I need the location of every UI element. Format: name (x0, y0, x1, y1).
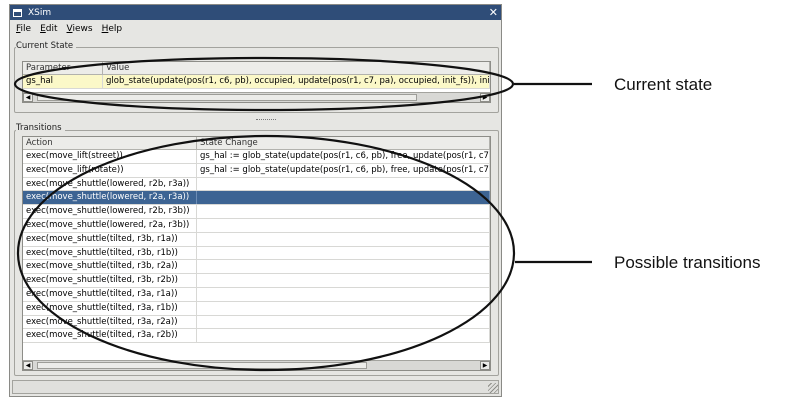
transition-row[interactable]: exec(move_shuttle(tilted, r3a, r2b)) (23, 329, 490, 344)
column-header-action[interactable]: Action (23, 137, 197, 149)
menu-help[interactable]: Help (102, 24, 123, 34)
xsim-window: XSim ✕ File Edit Views Help Current Stat… (9, 4, 502, 397)
transitions-hscrollbar[interactable]: ◀ ▶ (23, 360, 490, 370)
scroll-thumb[interactable] (37, 94, 417, 101)
action-cell: exec(move_shuttle(lowered, r2b, r3a)) (23, 177, 197, 191)
transition-row[interactable]: exec(move_shuttle(lowered, r2b, r3b)) (23, 205, 490, 219)
state-change-cell (197, 218, 490, 232)
scroll-right-arrow-icon[interactable]: ▶ (480, 93, 490, 102)
current-state-label: Current State (16, 41, 77, 51)
transition-row[interactable]: exec(move_shuttle(lowered, r2a, r3b)) (23, 218, 490, 233)
state-change-cell (197, 177, 490, 191)
action-cell: exec(move_shuttle(tilted, r3b, r2b)) (23, 274, 197, 287)
column-header-parameter[interactable]: Parameter (23, 62, 103, 74)
action-cell: exec(move_shuttle(tilted, r3a, r1a)) (23, 287, 197, 301)
window-menu-icon[interactable] (13, 8, 22, 17)
possible-transitions-annotation: Possible transitions (614, 253, 761, 272)
action-cell: exec(move_shuttle(tilted, r3a, r1b)) (23, 301, 197, 315)
action-cell: exec(move_lift(rotate)) (23, 163, 197, 177)
action-cell: exec(move_shuttle(tilted, r3b, r2a)) (23, 260, 197, 274)
menu-bar: File Edit Views Help (10, 21, 501, 37)
window-title: XSim (28, 7, 52, 18)
state-change-cell (197, 329, 490, 343)
action-cell: exec(move_lift(street)) (23, 150, 197, 163)
action-cell: exec(move_shuttle(lowered, r2a, r3a)) (23, 191, 197, 205)
pane-splitter[interactable] (256, 119, 276, 122)
state-change-cell (197, 205, 490, 218)
state-change-cell (197, 191, 490, 205)
title-bar[interactable]: XSim ✕ (10, 5, 501, 20)
transition-row[interactable]: exec(move_shuttle(tilted, r3a, r2a)) (23, 315, 490, 330)
transition-row[interactable]: exec(move_lift(rotate)) gs_hal := glob_st… (23, 163, 490, 178)
transitions-table: Action State Change exec(move_lift(stree… (22, 136, 491, 371)
column-header-value[interactable]: Value (103, 62, 490, 74)
action-cell: exec(move_shuttle(tilted, r3b, r1b)) (23, 246, 197, 260)
state-change-cell: gs_hal := glob_state(update(pos(r1, c6, … (197, 150, 490, 163)
scroll-left-arrow-icon[interactable]: ◀ (23, 361, 33, 370)
transitions-label: Transitions (16, 123, 65, 133)
transitions-rows: exec(move_lift(street)) gs_hal := glob_st… (23, 150, 490, 344)
close-icon[interactable]: ✕ (489, 5, 498, 20)
current-state-annotation: Current state (614, 75, 713, 94)
scroll-left-arrow-icon[interactable]: ◀ (23, 93, 33, 102)
transition-row[interactable]: exec(move_lift(street)) gs_hal := glob_st… (23, 150, 490, 164)
state-change-cell (197, 260, 490, 274)
value-cell: glob_state(update(pos(r1, c6, pb), occup… (103, 75, 490, 88)
transition-row[interactable]: exec(move_shuttle(tilted, r3a, r1a)) (23, 287, 490, 302)
transition-row[interactable]: exec(move_shuttle(lowered, r2b, r3a)) (23, 177, 490, 192)
state-change-cell (197, 287, 490, 301)
state-change-cell (197, 301, 490, 315)
menu-views[interactable]: Views (67, 24, 93, 34)
scroll-thumb[interactable] (37, 362, 367, 369)
current-state-row[interactable]: gs_hal glob_state(update(pos(r1, c6, pb)… (23, 75, 490, 89)
menu-edit[interactable]: Edit (40, 24, 57, 34)
current-state-table: Parameter Value gs_hal glob_state(update… (22, 61, 491, 103)
state-change-cell (197, 274, 490, 287)
status-bar (12, 380, 499, 394)
current-state-header: Parameter Value (23, 62, 490, 75)
action-cell: exec(move_shuttle(tilted, r3a, r2b)) (23, 329, 197, 343)
action-cell: exec(move_shuttle(lowered, r2a, r3b)) (23, 218, 197, 232)
transition-row[interactable]: exec(move_shuttle(tilted, r3b, r1b)) (23, 246, 490, 261)
menu-file[interactable]: File (16, 24, 31, 34)
parameter-cell: gs_hal (23, 75, 103, 88)
transition-row[interactable]: exec(move_shuttle(tilted, r3b, r2b)) (23, 274, 490, 288)
transition-row[interactable]: exec(move_shuttle(tilted, r3a, r1b)) (23, 301, 490, 316)
scroll-right-arrow-icon[interactable]: ▶ (480, 361, 490, 370)
state-change-cell (197, 315, 490, 329)
action-cell: exec(move_shuttle(tilted, r3b, r1a)) (23, 232, 197, 246)
transition-row[interactable]: exec(move_shuttle(lowered, r2a, r3a)) (23, 191, 490, 206)
column-header-state-change[interactable]: State Change (197, 137, 490, 149)
action-cell: exec(move_shuttle(lowered, r2b, r3b)) (23, 205, 197, 218)
state-change-cell: gs_hal := glob_state(update(pos(r1, c6, … (197, 163, 490, 177)
current-state-hscrollbar[interactable]: ◀ ▶ (23, 92, 490, 102)
state-change-cell (197, 232, 490, 246)
resize-grip-icon[interactable] (488, 383, 498, 393)
transitions-header: Action State Change (23, 137, 490, 150)
action-cell: exec(move_shuttle(tilted, r3a, r2a)) (23, 315, 197, 329)
transition-row[interactable]: exec(move_shuttle(tilted, r3b, r2a)) (23, 260, 490, 275)
transition-row[interactable]: exec(move_shuttle(tilted, r3b, r1a)) (23, 232, 490, 247)
state-change-cell (197, 246, 490, 260)
